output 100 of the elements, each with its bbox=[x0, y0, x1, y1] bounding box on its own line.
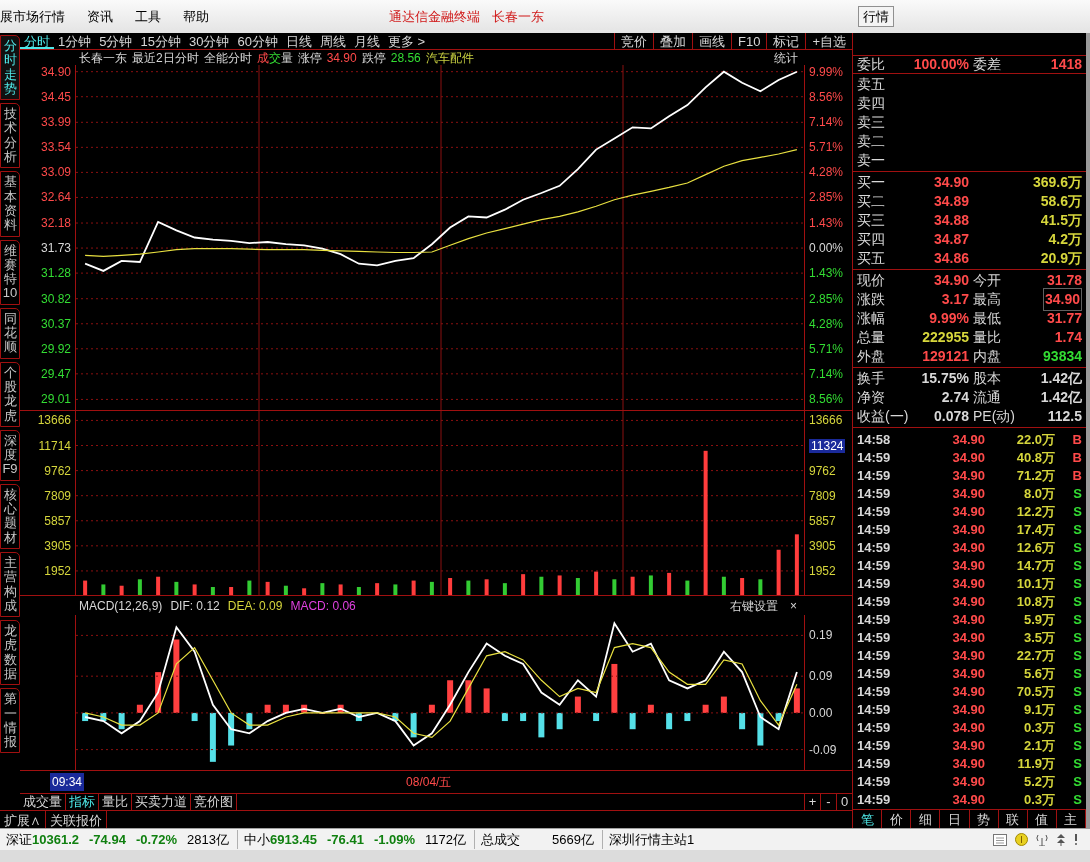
antenna-icon[interactable] bbox=[1036, 833, 1048, 846]
toolbar-button[interactable]: 叠加 bbox=[653, 33, 692, 49]
period-tab[interactable]: 1分钟 bbox=[54, 33, 96, 49]
volume-axis-label: 1952 bbox=[44, 563, 71, 578]
menu-item[interactable]: 资讯 bbox=[87, 6, 113, 27]
price-axis-label: 29.01 bbox=[40, 392, 71, 407]
side-tab[interactable]: 同花顺 bbox=[0, 307, 20, 359]
side-tab[interactable]: 分时走势 bbox=[0, 35, 20, 101]
macd-reading: DEA: 0.09 bbox=[227, 597, 283, 615]
macd-axis-label: 0.19 bbox=[809, 628, 833, 643]
percent-axis-label: 9.99% bbox=[809, 64, 844, 79]
quote-label: 收益(一) bbox=[857, 407, 910, 426]
indicator-tab[interactable]: 指标 bbox=[66, 794, 99, 810]
bar bbox=[484, 579, 489, 596]
trade-side: S bbox=[1073, 575, 1082, 594]
quote-value: 34.90 bbox=[1042, 288, 1082, 311]
side-tab[interactable]: 主营构成 bbox=[0, 551, 20, 618]
volume-cursor-reading: 11324 bbox=[809, 438, 846, 453]
period-tab[interactable]: 日线 bbox=[281, 33, 316, 49]
bar bbox=[137, 579, 142, 596]
bar bbox=[502, 583, 507, 596]
trade-side: S bbox=[1073, 593, 1082, 612]
side-tab[interactable]: 第一情报 bbox=[0, 688, 20, 754]
quote-value: 93834 bbox=[1043, 347, 1082, 366]
trade-volume: 10.1万 bbox=[1015, 575, 1055, 594]
zoom-button[interactable]: - bbox=[820, 794, 836, 810]
side-tab[interactable]: 维赛特10 bbox=[0, 239, 20, 305]
period-tab[interactable]: 更多 > bbox=[383, 33, 430, 49]
quote-label: 委差 bbox=[973, 55, 1001, 74]
indicator-tab[interactable]: 成交量 bbox=[20, 794, 66, 810]
bid-volume: 20.9万 bbox=[1040, 249, 1082, 268]
indicator-tab[interactable]: 买卖力道 bbox=[132, 794, 191, 810]
bar bbox=[174, 581, 179, 596]
side-tab[interactable]: 核心题材 bbox=[0, 483, 20, 549]
bar bbox=[83, 580, 88, 596]
trade-volume: 17.4万 bbox=[1015, 521, 1055, 540]
info-text: 最近2日分时 bbox=[132, 49, 199, 67]
bar bbox=[667, 572, 672, 596]
toolbar-button[interactable]: +自选 bbox=[805, 33, 852, 49]
period-tab[interactable]: 30分钟 bbox=[184, 33, 234, 49]
period-tab[interactable]: 分时 bbox=[20, 33, 54, 49]
period-tab[interactable]: 周线 bbox=[315, 33, 350, 49]
toolbar-button[interactable]: F10 bbox=[731, 33, 767, 49]
menu-item[interactable]: 展市场行情 bbox=[0, 6, 65, 27]
zoom-button[interactable]: + bbox=[804, 794, 820, 810]
percent-axis-label: 2.85% bbox=[809, 291, 844, 306]
toolbar-button[interactable]: 竞价 bbox=[614, 33, 653, 49]
side-tab[interactable]: 龙虎数据 bbox=[0, 620, 20, 686]
arrows-icon[interactable] bbox=[1056, 833, 1066, 846]
toolbar-button[interactable]: 标记 bbox=[766, 33, 806, 49]
percent-axis-label: 8.56% bbox=[809, 89, 844, 104]
zoom-button[interactable]: 0 bbox=[836, 794, 852, 810]
trade-time: 14:59 bbox=[857, 539, 892, 558]
trade-time: 14:59 bbox=[857, 503, 892, 522]
close-button[interactable]: × bbox=[786, 596, 801, 615]
period-tab[interactable]: 5分钟 bbox=[95, 33, 137, 49]
document-icon[interactable] bbox=[993, 833, 1007, 846]
menu-item[interactable]: 帮助 bbox=[183, 6, 209, 27]
menu-item[interactable]: 工具 bbox=[135, 6, 161, 27]
bid-volume: 369.6万 bbox=[1032, 173, 1082, 192]
trade-time: 14:59 bbox=[857, 755, 892, 774]
quote-value: 9.99% bbox=[928, 309, 969, 328]
indicator-tab[interactable]: 竞价图 bbox=[191, 794, 237, 810]
trade-price: 34.90 bbox=[951, 575, 985, 594]
total-turnover: 5669亿 bbox=[520, 829, 603, 850]
ask-level-label: 卖一 bbox=[857, 151, 885, 170]
side-tab[interactable]: 个股龙虎 bbox=[0, 361, 20, 427]
price-axis-label: 30.82 bbox=[40, 291, 71, 306]
price-axis-label: 33.99 bbox=[40, 115, 71, 130]
period-tab[interactable]: 月线 bbox=[349, 33, 384, 49]
trade-price: 34.90 bbox=[951, 755, 985, 774]
coin-icon[interactable] bbox=[1015, 833, 1028, 846]
server-name: 深圳行情主站1 bbox=[607, 830, 695, 849]
bar bbox=[594, 571, 599, 596]
trade-price: 34.90 bbox=[951, 557, 985, 576]
indicator-tab[interactable]: 量比 bbox=[99, 794, 132, 810]
side-tab[interactable]: 深度F9 bbox=[0, 429, 20, 481]
trade-side: S bbox=[1073, 701, 1082, 720]
stats-button[interactable]: 统计 bbox=[774, 48, 798, 67]
quote-label: 涨跌 bbox=[857, 290, 886, 309]
percent-axis-label: 5.71% bbox=[809, 140, 844, 155]
quote-button[interactable]: 行情 bbox=[858, 5, 894, 28]
price-axis-label: 34.90 bbox=[40, 64, 71, 79]
quote-value: 1418 bbox=[1050, 55, 1082, 74]
alert-icon[interactable] bbox=[1074, 833, 1078, 846]
trade-price: 34.90 bbox=[951, 611, 985, 630]
side-tab[interactable]: 技术分析 bbox=[0, 103, 20, 169]
period-tab[interactable]: 15分钟 bbox=[136, 33, 185, 49]
trade-side: S bbox=[1073, 737, 1082, 756]
period-tab[interactable]: 60分钟 bbox=[233, 33, 282, 49]
percent-axis-label: 7.14% bbox=[809, 115, 844, 130]
bid-price: 34.90 bbox=[932, 173, 969, 192]
trade-volume: 5.6万 bbox=[1022, 665, 1055, 684]
index-change: -74.94 bbox=[89, 830, 126, 849]
quote-label: 总量 bbox=[857, 328, 886, 347]
price-axis-label: 29.47 bbox=[40, 366, 71, 381]
toolbar-button[interactable]: 画线 bbox=[692, 33, 731, 49]
line-series bbox=[84, 622, 798, 747]
side-tab[interactable]: 基本资料 bbox=[0, 171, 20, 237]
quote-value: 3.17 bbox=[940, 290, 969, 309]
